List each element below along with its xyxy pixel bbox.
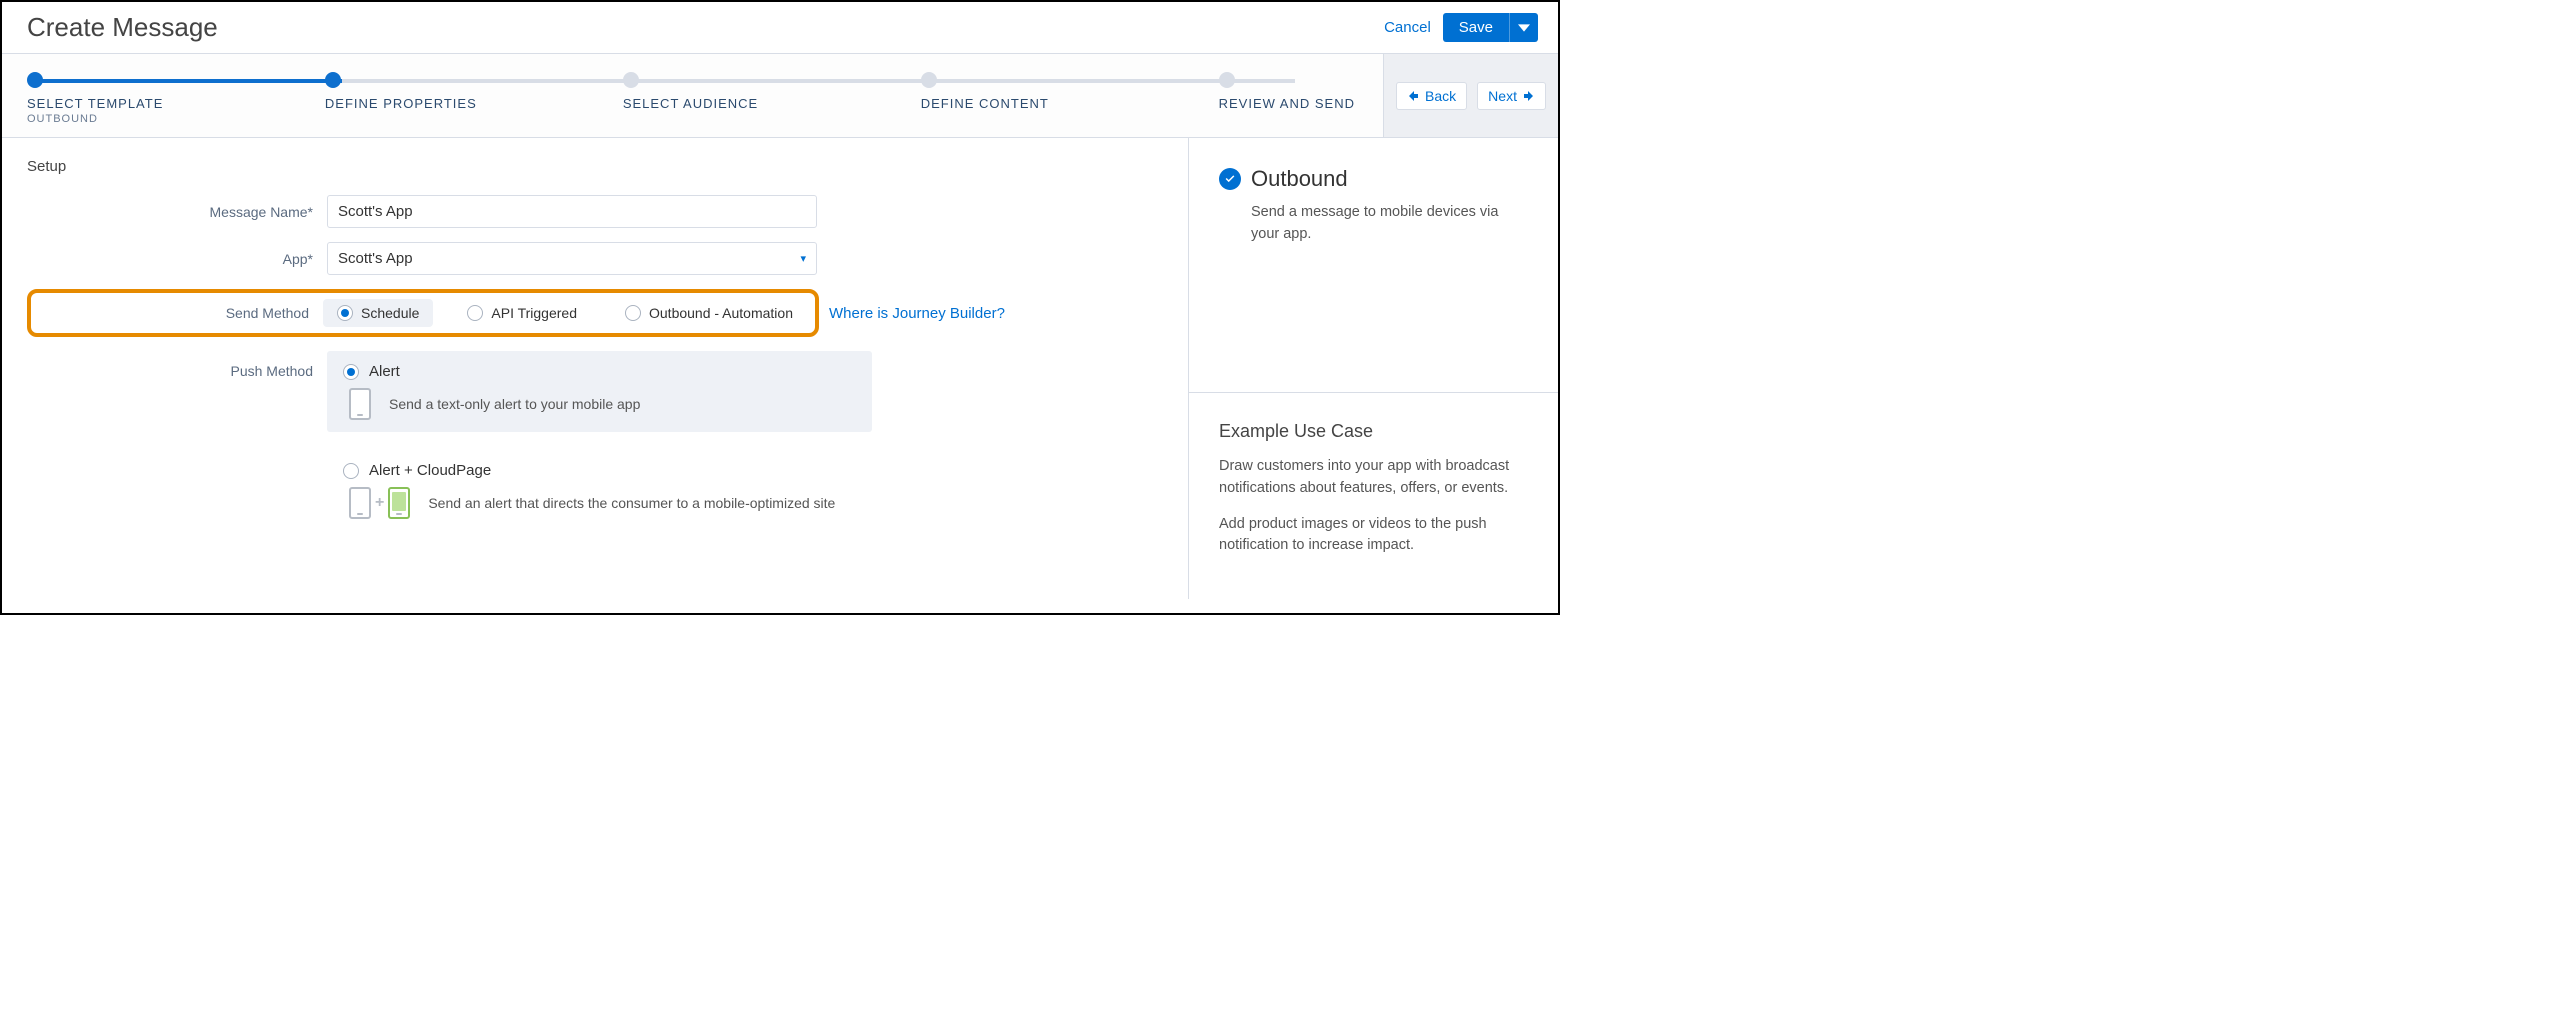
- next-label: Next: [1488, 88, 1517, 104]
- radio-label: API Triggered: [491, 305, 577, 321]
- caret-down-icon: ▾: [800, 252, 806, 265]
- sidebar-desc: Send a message to mobile devices via you…: [1219, 202, 1528, 246]
- radio-outbound-automation[interactable]: Outbound - Automation: [611, 299, 807, 327]
- row-push-method: Push Method Alert Send a text-only alert…: [27, 351, 1163, 549]
- save-button-group: Save: [1443, 13, 1538, 42]
- step-dot: [623, 72, 639, 88]
- push-card-title: Alert + CloudPage: [369, 462, 491, 479]
- page-header: Create Message Cancel Save: [2, 2, 1558, 53]
- setup-heading: Setup: [27, 158, 1163, 175]
- page-title: Create Message: [27, 12, 218, 43]
- sidebar-title: Outbound: [1251, 166, 1348, 192]
- arrow-left-icon: [1407, 90, 1419, 102]
- step-define-properties[interactable]: DEFINE PROPERTIES: [325, 72, 623, 111]
- header-actions: Cancel Save: [1384, 13, 1538, 42]
- step-review-and-send[interactable]: REVIEW AND SEND: [1219, 72, 1355, 111]
- radio-icon: [337, 305, 353, 321]
- row-app: App* Scott's App ▾: [27, 242, 1163, 275]
- label-app: App*: [27, 251, 327, 267]
- label-message-name: Message Name*: [27, 204, 327, 220]
- save-button[interactable]: Save: [1443, 13, 1509, 42]
- app-select[interactable]: Scott's App ▾: [327, 242, 817, 275]
- row-send-method: Send Method Schedule API Triggered Outbo…: [27, 289, 1163, 337]
- app-select-value: Scott's App: [338, 250, 413, 267]
- label-push-method: Push Method: [27, 351, 327, 379]
- wizard-steps: SELECT TEMPLATE OUTBOUND DEFINE PROPERTI…: [2, 54, 1383, 137]
- caret-down-icon: [1518, 22, 1530, 34]
- send-method-highlight: Send Method Schedule API Triggered Outbo…: [27, 289, 819, 337]
- sidebar-example: Example Use Case Draw customers into you…: [1189, 393, 1558, 599]
- save-dropdown-button[interactable]: [1509, 13, 1538, 42]
- sidebar-paragraph: Draw customers into your app with broadc…: [1219, 456, 1528, 500]
- phone-icon: [349, 487, 371, 519]
- body: Setup Message Name* App* Scott's App ▾ S…: [2, 138, 1558, 599]
- radio-schedule[interactable]: Schedule: [323, 299, 433, 327]
- step-select-audience[interactable]: SELECT AUDIENCE: [623, 72, 921, 111]
- main-form: Setup Message Name* App* Scott's App ▾ S…: [2, 138, 1188, 599]
- push-method-options: Alert Send a text-only alert to your mob…: [327, 351, 872, 549]
- sidebar-paragraph: Add product images or videos to the push…: [1219, 514, 1528, 558]
- phone-pair-icon: +: [349, 487, 410, 519]
- sidebar-outbound: Outbound Send a message to mobile device…: [1189, 138, 1558, 393]
- row-message-name: Message Name*: [27, 195, 1163, 228]
- radio-icon: [467, 305, 483, 321]
- step-define-content[interactable]: DEFINE CONTENT: [921, 72, 1219, 111]
- step-label: REVIEW AND SEND: [1219, 96, 1355, 111]
- phone-icon-green: [388, 487, 410, 519]
- step-select-template[interactable]: SELECT TEMPLATE OUTBOUND: [27, 72, 325, 125]
- radio-icon: [343, 463, 359, 479]
- radio-api-triggered[interactable]: API Triggered: [453, 299, 591, 327]
- step-label: SELECT TEMPLATE: [27, 96, 163, 111]
- step-label: DEFINE PROPERTIES: [325, 96, 477, 111]
- wizard-nav: Back Next: [1383, 54, 1558, 137]
- phone-icon: [349, 388, 371, 420]
- radio-label: Outbound - Automation: [649, 305, 793, 321]
- label-send-method: Send Method: [31, 305, 323, 321]
- step-dot: [325, 72, 341, 88]
- step-dot: [27, 72, 43, 88]
- back-button[interactable]: Back: [1396, 82, 1467, 110]
- push-card-title: Alert: [369, 363, 400, 380]
- radio-label: Schedule: [361, 305, 419, 321]
- check-circle-icon: [1219, 168, 1241, 190]
- step-sublabel: OUTBOUND: [27, 113, 98, 125]
- step-dot: [921, 72, 937, 88]
- step-dot: [1219, 72, 1235, 88]
- wizard-bar: SELECT TEMPLATE OUTBOUND DEFINE PROPERTI…: [2, 53, 1558, 138]
- step-label: DEFINE CONTENT: [921, 96, 1049, 111]
- step-label: SELECT AUDIENCE: [623, 96, 758, 111]
- radio-icon: [343, 364, 359, 380]
- sidebar: Outbound Send a message to mobile device…: [1188, 138, 1558, 599]
- push-card-alert-cloudpage[interactable]: Alert + CloudPage + Send an alert that d…: [327, 450, 872, 531]
- push-card-desc: Send an alert that directs the consumer …: [428, 495, 835, 511]
- send-method-radio-group: Schedule API Triggered Outbound - Automa…: [323, 299, 807, 327]
- sidebar-heading: Example Use Case: [1219, 421, 1528, 442]
- next-button[interactable]: Next: [1477, 82, 1546, 110]
- message-name-input[interactable]: [327, 195, 817, 228]
- arrow-right-icon: [1523, 90, 1535, 102]
- radio-icon: [625, 305, 641, 321]
- push-card-alert[interactable]: Alert Send a text-only alert to your mob…: [327, 351, 872, 432]
- plus-icon: +: [375, 494, 384, 512]
- cancel-link[interactable]: Cancel: [1384, 19, 1431, 36]
- back-label: Back: [1425, 88, 1456, 104]
- journey-builder-link[interactable]: Where is Journey Builder?: [829, 305, 1005, 322]
- push-card-desc: Send a text-only alert to your mobile ap…: [389, 396, 640, 412]
